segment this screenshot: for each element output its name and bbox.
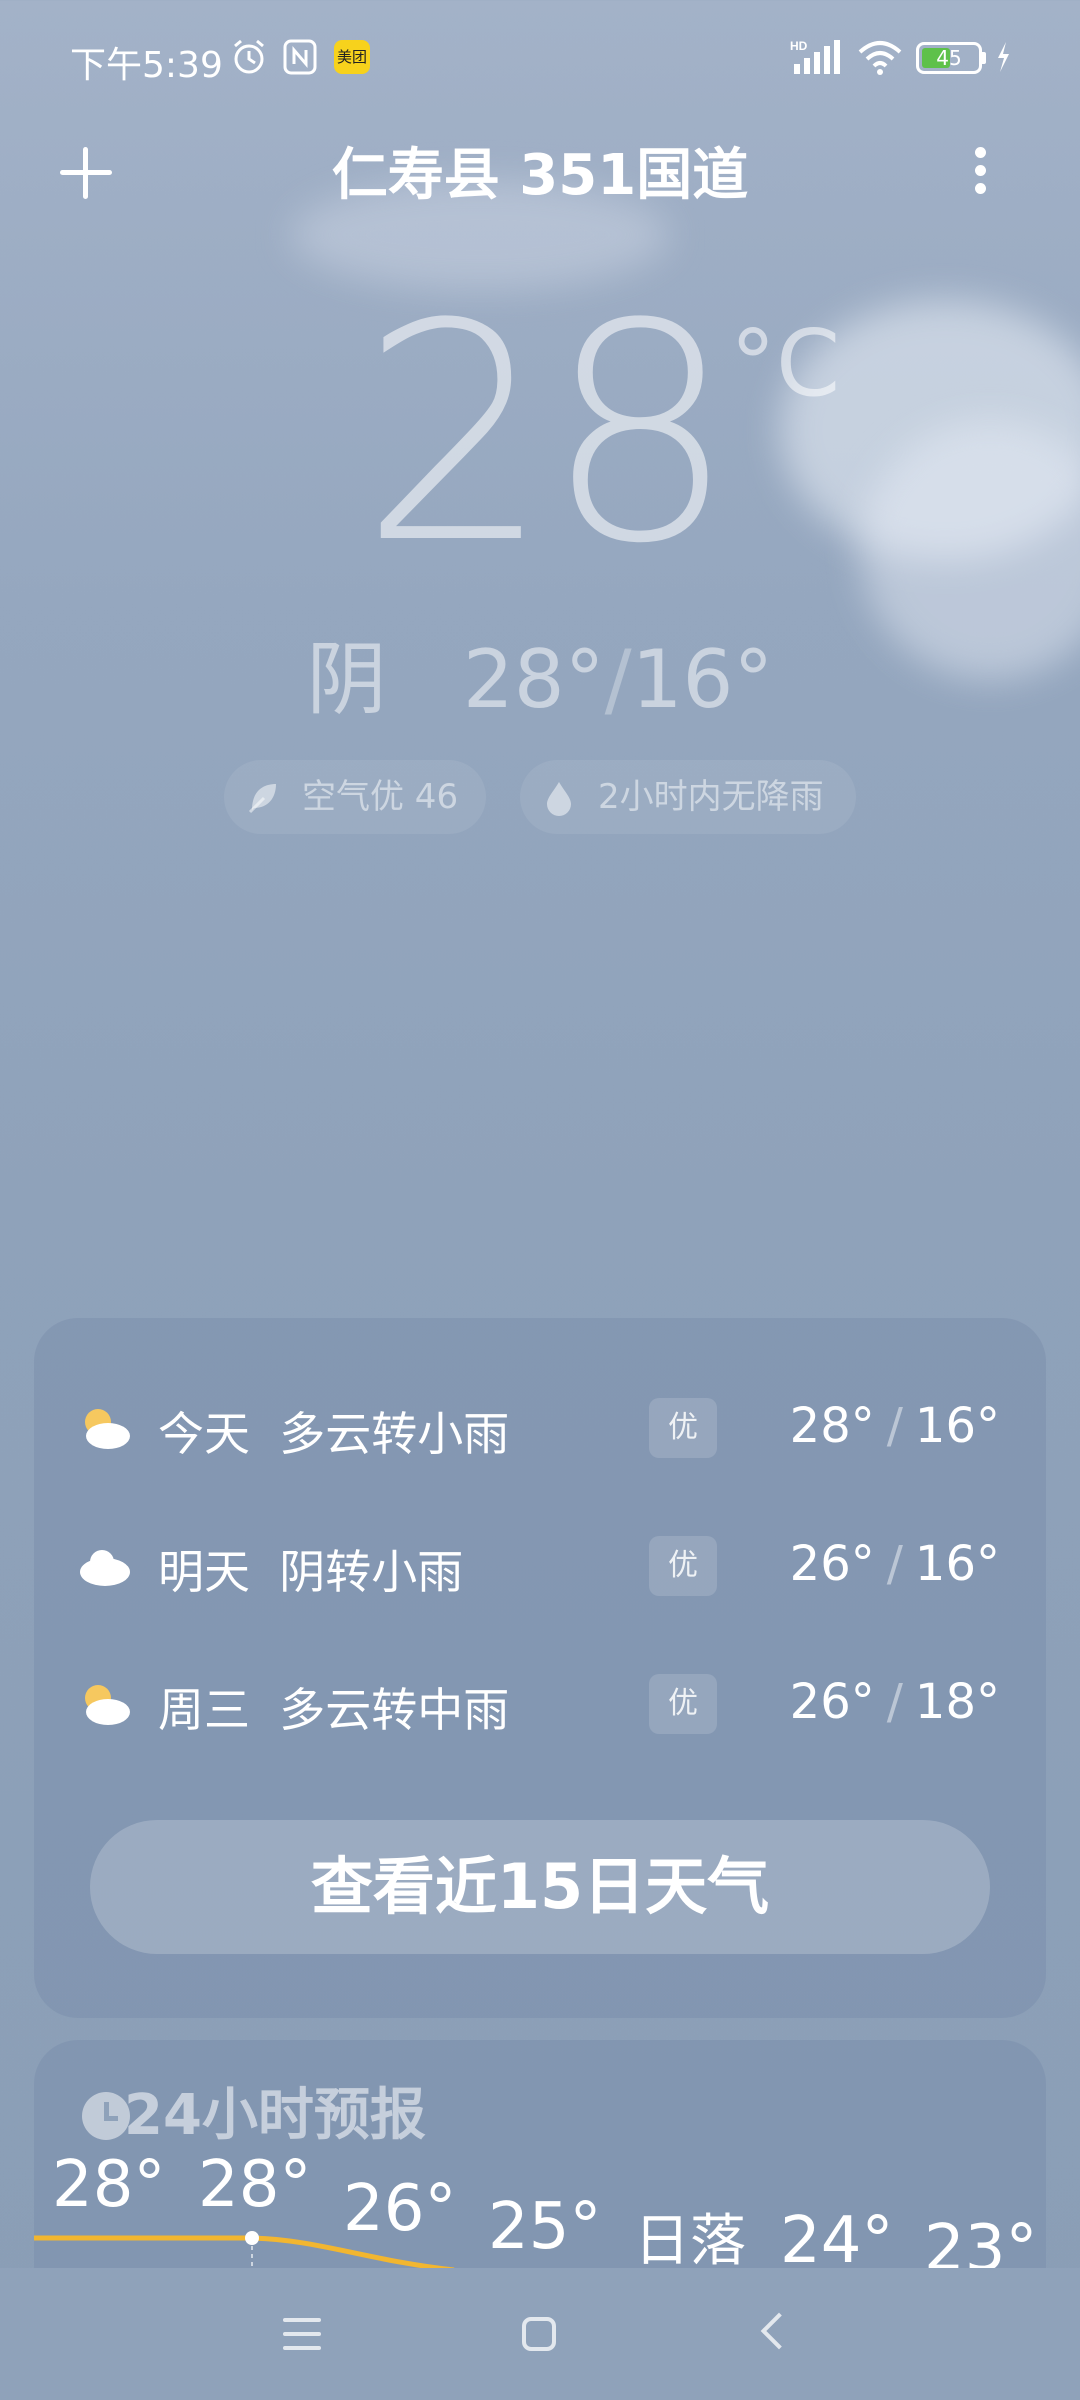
forecast-day: 周三 多云转中雨 <box>158 1683 510 1737</box>
forecast-temps: 28°/16° <box>789 1398 1000 1454</box>
hourly-temp: 24° <box>780 2204 894 2278</box>
hourly-temp: 28° <box>52 2148 166 2222</box>
raindrop-icon <box>547 782 571 816</box>
air-quality-badge: 优 <box>649 1674 717 1734</box>
air-quality-text: 空气优 46 <box>302 777 459 817</box>
rain-forecast-pill[interactable]: 2小时内无降雨 <box>520 760 856 834</box>
more-dot <box>974 147 986 158</box>
alarm-icon <box>234 39 264 74</box>
temp-separator: / <box>604 633 632 726</box>
partly-cloudy-icon <box>85 1685 130 1725</box>
temperature-unit: °C <box>730 310 841 417</box>
air-quality-pill[interactable]: 空气优 46 <box>224 760 486 834</box>
hourly-temp: 日落 <box>634 2209 746 2274</box>
rain-forecast-text: 2小时内无降雨 <box>598 777 824 817</box>
more-menu-button[interactable] <box>968 140 992 200</box>
battery-tip <box>982 52 986 64</box>
clock-icon <box>82 2092 130 2140</box>
cloudy-icon <box>80 1550 130 1586</box>
hourly-title: 24小时预报 <box>124 2083 426 2148</box>
signal-icon: HD <box>790 39 840 74</box>
recent-apps-button[interactable] <box>283 2318 321 2350</box>
forecast-temps: 26°/18° <box>789 1674 1000 1730</box>
hourly-temperature-curve <box>34 2231 455 2270</box>
partly-cloudy-icon <box>85 1409 130 1449</box>
svg-text:HD: HD <box>790 39 808 53</box>
forecast-day: 今天 多云转小雨 <box>158 1407 510 1461</box>
status-time: 下午5:39 <box>70 45 223 86</box>
more-dot <box>974 183 986 194</box>
today-high: 28° <box>462 633 605 726</box>
more-dot <box>974 165 986 176</box>
wifi-icon <box>858 41 902 75</box>
hourly-temp: 28° <box>198 2148 312 2222</box>
charging-icon <box>998 42 1009 72</box>
nfc-icon <box>283 39 317 75</box>
today-low: 16° <box>631 633 774 726</box>
leaf-icon <box>248 784 276 814</box>
view-15-day-button[interactable]: 查看近15日天气 <box>90 1820 990 1954</box>
status-bar: 下午5:39 美团 HD 45 <box>0 0 1080 118</box>
location-title: 仁寿县 351国道 <box>331 143 749 208</box>
forecast-temps: 26°/16° <box>789 1536 1000 1592</box>
forecast-row[interactable]: 明天 阴转小雨 优 26°/16° <box>34 1526 1046 1606</box>
forecast-day: 明天 阴转小雨 <box>158 1545 464 1599</box>
current-condition: 阴 <box>306 633 387 726</box>
air-quality-badge: 优 <box>649 1536 717 1596</box>
current-condition-line: 阴 28°/16° <box>0 615 1080 731</box>
forecast-row[interactable]: 周三 多云转中雨 优 26°/18° <box>34 1664 1046 1744</box>
meituan-icon: 美团 <box>334 40 370 74</box>
home-button[interactable] <box>522 2317 556 2351</box>
battery-level: 45 <box>936 46 962 70</box>
forecast-card: 今天 多云转小雨 优 28°/16° 明天 阴转小雨 优 26°/16° 周三 … <box>34 1318 1046 2018</box>
forecast-row[interactable]: 今天 多云转小雨 优 28°/16° <box>34 1388 1046 1468</box>
current-temperature: 28 <box>360 260 736 609</box>
battery-icon: 45 <box>916 42 982 74</box>
air-quality-badge: 优 <box>649 1398 717 1458</box>
